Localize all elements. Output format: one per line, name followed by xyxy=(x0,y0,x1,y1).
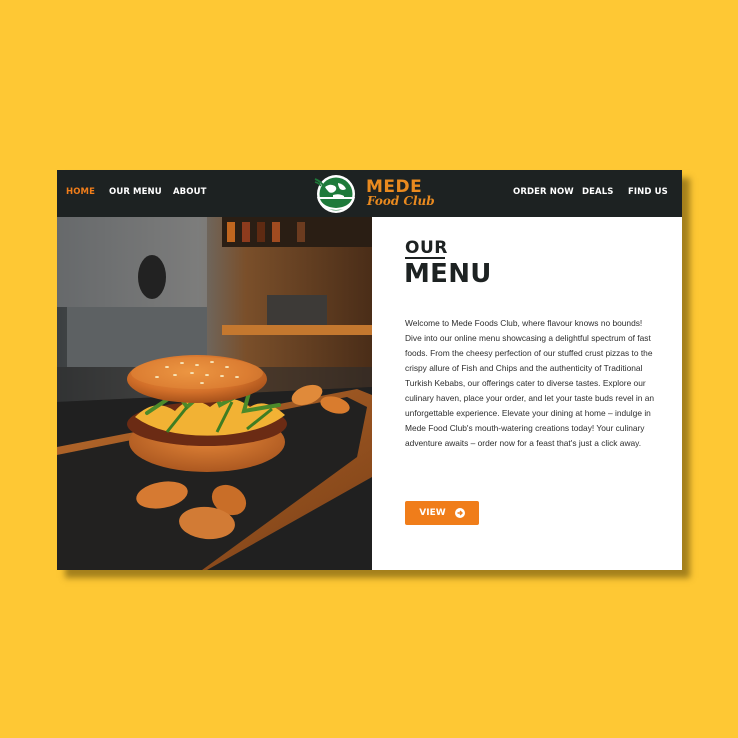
nav-our-menu[interactable]: OUR MENU xyxy=(109,187,162,197)
top-navigation: HOME OUR MENU ABOUT MEDE Food Club ORDER… xyxy=(57,170,682,217)
arrow-right-circle-icon xyxy=(454,508,465,518)
burger-photo xyxy=(57,217,372,570)
nav-about[interactable]: ABOUT xyxy=(173,187,206,197)
section-subheading: OUR xyxy=(405,238,448,258)
nav-deals[interactable]: DEALS xyxy=(582,187,613,197)
brand-logo[interactable]: MEDE Food Club xyxy=(307,172,437,215)
logo-subtitle: Food Club xyxy=(367,194,435,208)
nav-order-now[interactable]: ORDER NOW xyxy=(513,187,574,197)
globe-bowl-icon xyxy=(314,175,355,213)
nav-home[interactable]: HOME xyxy=(66,187,95,197)
section-heading: MENU xyxy=(404,259,492,289)
menu-description: Welcome to Mede Foods Club, where flavou… xyxy=(405,318,655,448)
view-menu-button[interactable]: VIEW xyxy=(405,501,479,525)
view-button-label: VIEW xyxy=(419,508,446,518)
website-mockup: HOME OUR MENU ABOUT MEDE Food Club ORDER… xyxy=(57,170,682,570)
menu-section: OUR MENU Welcome to Mede Foods Club, whe… xyxy=(372,217,682,570)
nav-find-us[interactable]: FIND US xyxy=(628,187,668,197)
